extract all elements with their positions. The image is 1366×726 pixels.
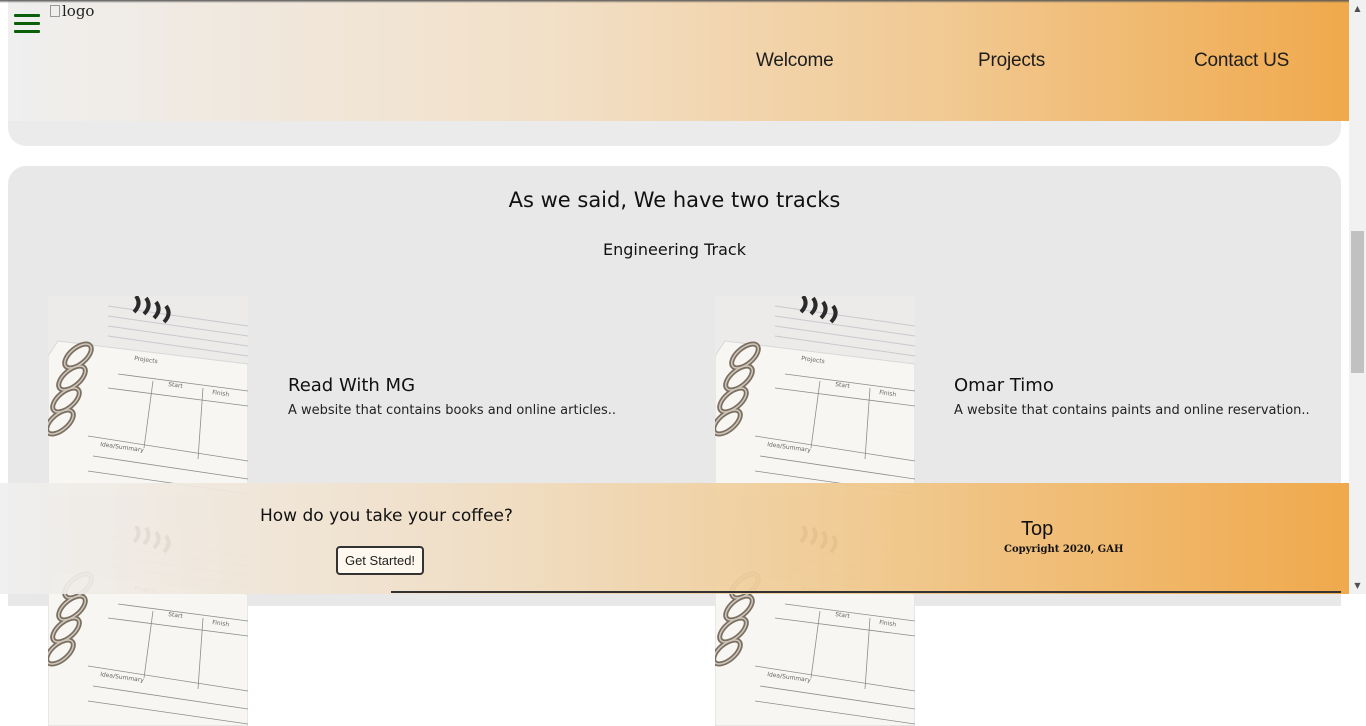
project-title[interactable]: Read With MG — [288, 375, 415, 396]
get-started-button[interactable]: Get Started! — [336, 546, 424, 575]
project-image-read-with-mg[interactable] — [48, 296, 248, 496]
copyright-text: Copyright 2020, GAH — [1004, 544, 1124, 555]
nav-contact-us[interactable]: Contact US — [1194, 50, 1289, 72]
logo[interactable]: logo — [50, 2, 94, 20]
project-title[interactable]: Omar Timo — [954, 375, 1054, 396]
footer-divider — [391, 591, 1341, 593]
section-title: As we said, We have two tracks — [508, 188, 841, 212]
broken-image-icon — [50, 5, 60, 17]
scrollbar-thumb[interactable] — [1351, 231, 1364, 373]
footer-question: How do you take your coffee? — [260, 506, 513, 526]
track-subtitle: Engineering Track — [603, 240, 746, 259]
hamburger-menu-icon[interactable] — [14, 14, 40, 36]
top-link[interactable]: Top — [1021, 518, 1053, 541]
project-description: A website that contains books and online… — [288, 403, 616, 418]
site-footer: How do you take your coffee? Get Started… — [0, 483, 1349, 594]
nav-projects[interactable]: Projects — [978, 50, 1045, 72]
vertical-scrollbar[interactable]: ▲ ▼ — [1349, 0, 1366, 594]
nav-welcome[interactable]: Welcome — [756, 50, 834, 72]
window-top-shadow — [0, 0, 1349, 3]
scroll-up-arrow-icon[interactable]: ▲ — [1349, 0, 1366, 17]
site-header: logo Welcome Projects Contact US — [8, 0, 1349, 121]
logo-alt-text: logo — [62, 2, 95, 20]
scroll-down-arrow-icon[interactable]: ▼ — [1349, 577, 1366, 594]
project-description: A website that contains paints and onlin… — [954, 403, 1310, 418]
project-image-omar-timo[interactable] — [715, 296, 915, 496]
